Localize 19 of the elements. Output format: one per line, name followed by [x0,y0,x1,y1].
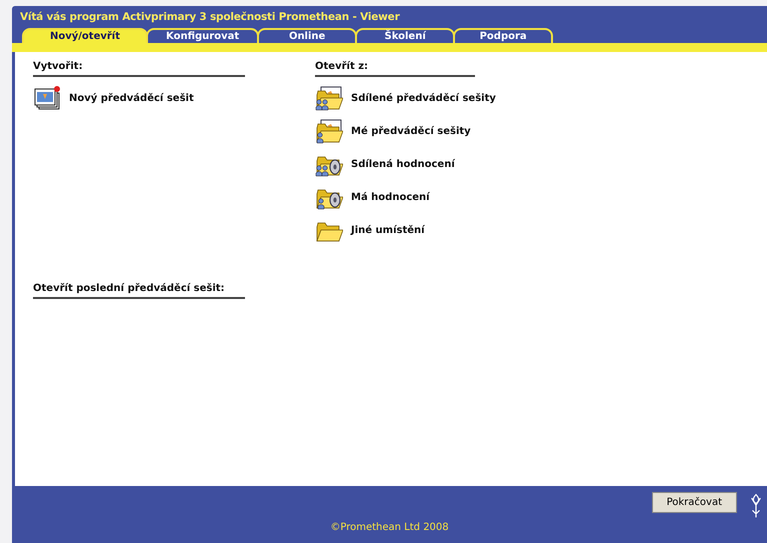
tab[interactable]: Podpora [453,28,554,43]
logo-icon [749,492,763,520]
flipchart-icon[interactable] [33,85,61,111]
link[interactable]: Jiné umístění [351,224,425,236]
link[interactable]: Sdílené předváděcí sešity [351,92,496,104]
link[interactable]: Mé předváděcí sešity [351,126,471,136]
window-title: Vítá vás program Activprimary 3 společnosti Promethean - Viewer [19,10,401,25]
tab[interactable]: Nový/otevřít [22,28,148,43]
folder-people-icon[interactable] [315,85,343,111]
link[interactable]: Sdílená hodnocení [351,158,455,170]
section-heading: Otevřít poslední předváděcí sešit: [33,283,245,299]
section-heading: Vytvořit: [33,61,245,77]
link[interactable]: Nový předváděcí sešit [69,92,194,104]
copyright-text: ©Promethean Ltd 2008 [330,522,449,533]
link[interactable]: Má hodnocení [351,192,430,202]
section-heading: Otevřít z: [315,61,475,77]
tab[interactable]: Konfigurovat [146,28,260,43]
folder-person-icon[interactable] [315,118,343,144]
continue-button[interactable]: Pokračovat [652,492,737,513]
